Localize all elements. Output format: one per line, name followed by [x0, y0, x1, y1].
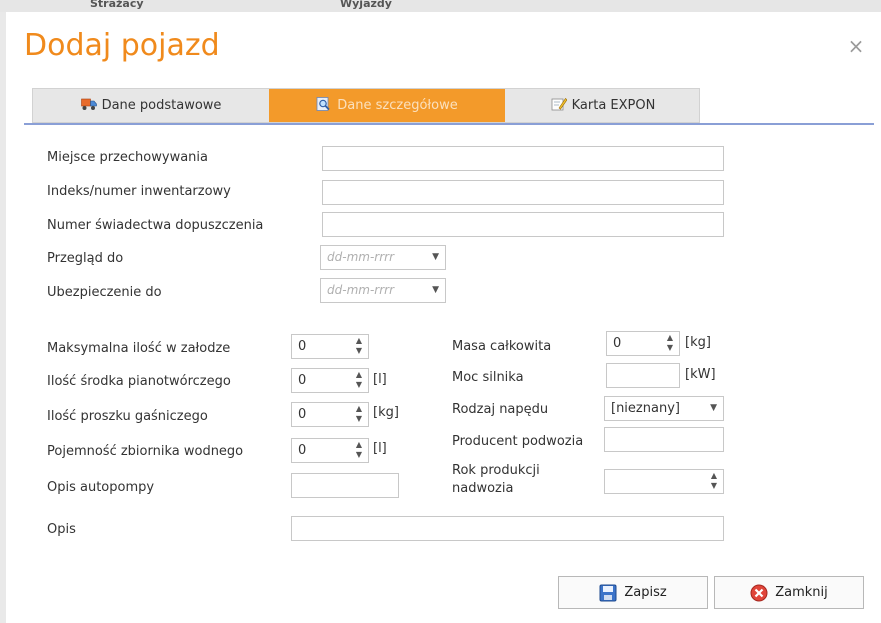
- storage-place-input[interactable]: [322, 146, 724, 171]
- drive-type-value: [nieznany]: [611, 401, 680, 416]
- insurance-date-label: Ubezpieczenie do: [47, 285, 162, 300]
- engine-power-label: Moc silnika: [452, 370, 524, 385]
- total-mass-label: Masa całkowita: [452, 339, 552, 354]
- total-mass-stepper[interactable]: 0 ▲ ▼: [606, 331, 680, 356]
- chevron-down-icon: ▼: [710, 403, 717, 413]
- water-tank-value: 0: [298, 443, 307, 458]
- storage-place-label: Miejsce przechowywania: [47, 150, 208, 165]
- insurance-date-picker[interactable]: dd-mm-rrrr ▼: [320, 278, 446, 303]
- floppy-disk-icon: [599, 584, 617, 601]
- dialog-title: Dodaj pojazd: [24, 28, 220, 63]
- bg-tab-wyjazdy: Wyjazdy: [340, 0, 392, 10]
- tab-expon-card-label: Karta EXPON: [571, 98, 656, 113]
- pump-description-label: Opis autopompy: [47, 480, 155, 495]
- description-label: Opis: [47, 522, 76, 537]
- spinner-arrows-icon[interactable]: ▲ ▼: [354, 336, 364, 357]
- tab-underline: [24, 123, 874, 125]
- powder-amount-label: Ilość proszku gaśniczego: [47, 409, 208, 424]
- spinner-arrows-icon[interactable]: ▲ ▼: [665, 333, 675, 354]
- inspection-date-picker[interactable]: dd-mm-rrrr ▼: [320, 245, 446, 270]
- pump-description-input[interactable]: [291, 473, 399, 498]
- chevron-down-icon: ▼: [432, 252, 439, 262]
- certificate-number-label: Numer świadectwa dopuszczenia: [47, 218, 264, 233]
- inspection-date-placeholder: dd-mm-rrrr: [327, 250, 395, 264]
- certificate-number-input[interactable]: [322, 212, 724, 237]
- max-crew-stepper[interactable]: 0 ▲ ▼: [291, 334, 369, 359]
- close-button-label: Zamknij: [775, 585, 828, 600]
- chevron-down-icon: ▼: [432, 285, 439, 295]
- spinner-arrows-icon[interactable]: ▲ ▼: [354, 440, 364, 461]
- foam-amount-value: 0: [298, 373, 307, 388]
- powder-unit: [kg]: [373, 405, 399, 420]
- pencil-note-icon: [551, 98, 567, 111]
- water-tank-stepper[interactable]: 0 ▲ ▼: [291, 438, 369, 463]
- insurance-date-placeholder: dd-mm-rrrr: [327, 283, 395, 297]
- body-production-year-label: Rok produkcji nadwozia: [452, 463, 540, 496]
- engine-power-input[interactable]: [606, 363, 680, 388]
- description-input[interactable]: [291, 516, 724, 541]
- save-button-label: Zapisz: [624, 585, 667, 600]
- inventory-number-label: Indeks/numer inwentarzowy: [47, 184, 231, 199]
- max-crew-label: Maksymalna ilość w załodze: [47, 341, 231, 356]
- chassis-producer-input[interactable]: [604, 427, 724, 452]
- total-mass-value: 0: [613, 336, 622, 351]
- close-button[interactable]: Zamknij: [714, 576, 864, 609]
- powder-amount-stepper[interactable]: 0 ▲ ▼: [291, 402, 369, 427]
- tab-bar: Dane podstawowe Dane szczegółowe Karta E…: [32, 88, 700, 123]
- chassis-producer-label: Producent podwozia: [452, 434, 584, 449]
- spinner-arrows-icon[interactable]: ▲ ▼: [354, 370, 364, 391]
- max-crew-value: 0: [298, 339, 307, 354]
- magnifier-icon: [316, 97, 330, 111]
- tab-basic-data[interactable]: Dane podstawowe: [33, 89, 269, 122]
- inspection-date-label: Przegląd do: [47, 251, 124, 266]
- tab-expon-card[interactable]: Karta EXPON: [505, 89, 701, 122]
- foam-amount-stepper[interactable]: 0 ▲ ▼: [291, 368, 369, 393]
- drive-type-label: Rodzaj napędu: [452, 402, 549, 417]
- cancel-x-icon: [750, 584, 768, 601]
- spinner-arrows-icon[interactable]: ▲ ▼: [709, 471, 719, 492]
- foam-unit: [l]: [373, 372, 387, 387]
- truck-icon: [80, 98, 97, 110]
- close-icon[interactable]: ×: [846, 36, 866, 56]
- water-tank-unit: [l]: [373, 441, 387, 456]
- tab-detailed-data[interactable]: Dane szczegółowe: [269, 89, 505, 122]
- total-mass-unit: [kg]: [685, 335, 711, 350]
- body-production-year-stepper[interactable]: ▲ ▼: [604, 469, 724, 494]
- save-button[interactable]: Zapisz: [558, 576, 708, 609]
- engine-power-unit: [kW]: [685, 367, 716, 382]
- tab-detailed-data-label: Dane szczegółowe: [337, 98, 458, 113]
- foam-amount-label: Ilość środka pianotwórczego: [47, 374, 231, 389]
- water-tank-label: Pojemność zbiornika wodnego: [47, 444, 244, 459]
- drive-type-select[interactable]: [nieznany] ▼: [604, 396, 724, 421]
- spinner-arrows-icon[interactable]: ▲ ▼: [354, 404, 364, 425]
- inventory-number-input[interactable]: [322, 180, 724, 205]
- tab-basic-data-label: Dane podstawowe: [101, 98, 222, 113]
- bg-tab-strazacy: Strażacy: [90, 0, 144, 10]
- powder-amount-value: 0: [298, 407, 307, 422]
